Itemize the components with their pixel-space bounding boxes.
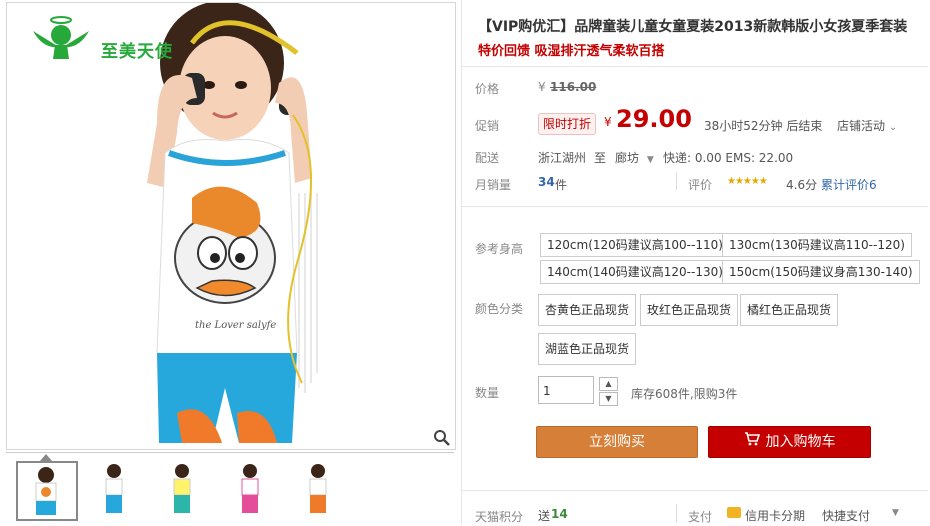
caret-down-icon: ▼: [646, 155, 654, 165]
destination-selector[interactable]: 廊坊 ▼: [615, 149, 654, 166]
thumbnail-4[interactable]: [220, 461, 278, 517]
thumbnail-3[interactable]: [152, 461, 210, 517]
total-reviews-link[interactable]: 累计评价6: [821, 176, 877, 193]
thumbnail-5[interactable]: [288, 461, 346, 517]
monthly-sales-label: 月销量: [475, 178, 512, 192]
promo-label: 促销: [475, 119, 500, 133]
buy-now-button[interactable]: 立刻购买: [536, 426, 698, 458]
chevron-down-icon: ⌄: [888, 122, 898, 133]
credit-card-icon: [727, 507, 741, 518]
quick-pay[interactable]: 快捷支付: [822, 507, 870, 524]
color-label: 颜色分类: [475, 302, 524, 316]
active-thumb-arrow: [40, 454, 52, 461]
ship-to: 廊坊: [615, 151, 640, 165]
zoom-icon[interactable]: [433, 429, 451, 447]
color-option-orange[interactable]: 橘红色正品现货: [740, 294, 839, 326]
price-currency: ¥: [538, 80, 546, 94]
quantity-decrease-icon[interactable]: ▼: [599, 392, 618, 406]
thumbnail-1[interactable]: [16, 454, 78, 521]
thumb-image: [35, 467, 57, 515]
shop-activity-label: 店铺活动: [837, 119, 886, 133]
thumbnail-2[interactable]: [84, 461, 142, 517]
add-to-cart-label: 加入购物车: [765, 434, 836, 450]
caret-down-icon[interactable]: ▼: [892, 508, 899, 518]
rating-label: 评价: [688, 178, 713, 192]
tmall-points-label: 天猫积分: [475, 510, 524, 524]
rating-score: 4.6分: [786, 178, 818, 192]
price-label: 价格: [475, 82, 500, 96]
quantity-increase-icon[interactable]: ▲: [599, 377, 618, 391]
shipping-fees: 快递: 0.00 EMS: 22.00: [663, 151, 794, 165]
height-label: 参考身高: [475, 242, 524, 256]
thumb-image: [173, 464, 191, 513]
thumb-image: [309, 464, 327, 513]
promo-price: 29.00: [616, 105, 692, 133]
thumbnail-strip: [6, 452, 454, 526]
angel-logo-icon: [33, 16, 89, 59]
rating-stars-icon: ★★★★★: [727, 176, 768, 187]
separator: [462, 206, 928, 207]
ship-from: 浙江湖州: [538, 151, 587, 165]
vertical-separator: [676, 504, 677, 522]
original-price: 116.00: [550, 80, 597, 94]
shop-activity-dropdown[interactable]: 店铺活动 ⌄: [837, 117, 897, 134]
color-option-lake-blue[interactable]: 湖蓝色正品现货: [538, 333, 637, 365]
height-option-150[interactable]: 150cm(150码建议身高130-140): [722, 260, 920, 284]
quantity-label: 数量: [475, 386, 500, 400]
product-main-image[interactable]: the Lover salyfe 至美天使: [6, 2, 456, 450]
quantity-input[interactable]: 1: [538, 376, 594, 404]
product-subtitle: 特价回馈 吸湿排汗透气柔软百搭: [478, 44, 665, 59]
promo-countdown: 38小时52分钟 后结束: [704, 119, 823, 133]
thumb-image: [241, 464, 259, 513]
monthly-sales-unit: 件: [555, 178, 568, 192]
height-option-120[interactable]: 120cm(120码建议高100--110): [540, 233, 730, 257]
height-option-130[interactable]: 130cm(130码建议高110--120): [722, 233, 912, 257]
add-to-cart-button[interactable]: 加入购物车: [708, 426, 871, 458]
column-divider: [461, 0, 462, 525]
separator: [462, 490, 928, 491]
product-title: 【VIP购优汇】品牌童装儿童女童夏装2013新款韩版小女孩夏季套装: [478, 19, 908, 35]
logo-text: 至美天使: [101, 42, 173, 62]
color-option-apricot[interactable]: 杏黄色正品现货: [538, 294, 637, 326]
stock-info: 库存608件,限购3件: [631, 387, 738, 401]
thumb-image: [105, 464, 123, 513]
vertical-separator: [676, 172, 677, 190]
payment-label: 支付: [688, 510, 713, 524]
separator: [462, 66, 928, 67]
points-value: 14: [551, 507, 568, 521]
cart-icon: [744, 427, 760, 457]
brand-logo: 至美天使: [29, 15, 199, 62]
ship-to-word: 至: [594, 151, 607, 165]
color-option-rose[interactable]: 玫红色正品现货: [640, 294, 739, 326]
height-option-140[interactable]: 140cm(140码建议高120--130): [540, 260, 730, 284]
credit-installment[interactable]: 信用卡分期: [745, 507, 805, 524]
promo-currency: ¥: [604, 115, 612, 129]
points-prefix: 送: [538, 509, 551, 523]
svg-text:the Lover salyfe: the Lover salyfe: [195, 320, 276, 331]
shipping-label: 配送: [475, 151, 500, 165]
monthly-sales-count: 34: [538, 175, 555, 189]
promo-badge: 限时打折: [538, 113, 596, 135]
product-photo: the Lover salyfe: [147, 3, 318, 443]
